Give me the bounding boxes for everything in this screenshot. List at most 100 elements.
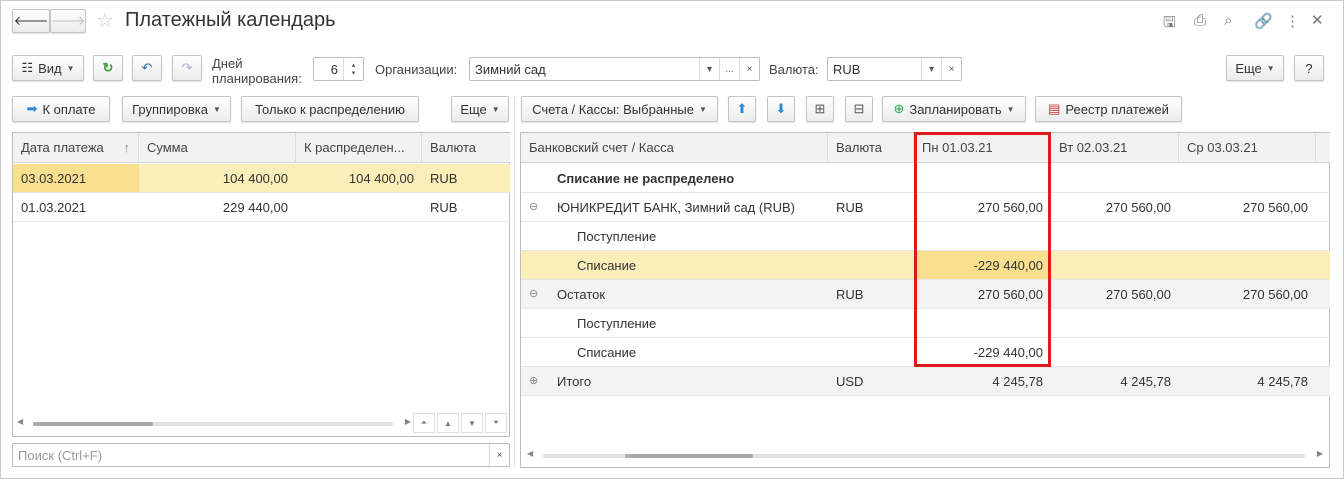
scrollbar-thumb[interactable] — [625, 454, 753, 458]
expand-all-icon[interactable]: ⊞ — [806, 96, 834, 122]
cell-currency: RUB — [422, 193, 510, 222]
cell-cur — [828, 309, 914, 338]
redo-button[interactable]: ↷ — [172, 55, 202, 81]
days-value: 6 — [330, 61, 338, 77]
to-pay-button[interactable]: ➡ К оплате — [12, 96, 110, 122]
cell-d2 — [1051, 338, 1179, 367]
collapse-icon[interactable]: ⊖ — [529, 287, 538, 300]
more-menu-icon[interactable]: ⋮ — [1285, 12, 1300, 30]
help-button[interactable]: ? — [1294, 55, 1324, 81]
back-button[interactable]: 🡐 — [12, 9, 50, 33]
cell-cur — [828, 338, 914, 367]
arrow-right-icon: ➡ — [26, 101, 38, 116]
left-more-button[interactable]: Еще ▼ — [451, 96, 509, 122]
undo-button[interactable]: ↶ — [132, 55, 162, 81]
collapse-all-icon[interactable]: ⊟ — [845, 96, 873, 122]
preview-icon[interactable]: ⌕ — [1224, 12, 1232, 29]
dropdown-icon[interactable]: ▾ — [699, 58, 719, 80]
first-row-icon[interactable]: ⏶ — [413, 413, 435, 433]
select-button[interactable]: ... — [719, 58, 739, 80]
org-field[interactable]: Зимний сад ▾... × — [469, 57, 760, 81]
move-up-button[interactable]: ⬆ — [728, 96, 756, 122]
column-header-sum[interactable]: Сумма — [139, 133, 296, 163]
cell-cur: RUB — [828, 193, 914, 222]
clear-button[interactable]: × — [941, 58, 961, 80]
cell-d2: 270 560,00 — [1051, 193, 1179, 222]
chevron-down-icon: ▼ — [212, 104, 221, 114]
cell-d3 — [1179, 338, 1316, 367]
print-icon[interactable]: ⎙ — [1194, 12, 1206, 29]
registry-label: Реестр платежей — [1065, 101, 1169, 117]
cell-name: Остаток — [521, 280, 828, 309]
more-label: Еще — [460, 101, 487, 117]
only-distribution-button[interactable]: Только к распределению — [241, 96, 419, 122]
cell-cur — [828, 222, 914, 251]
chevron-down-icon: ▼ — [491, 104, 500, 114]
currency-value: RUB — [833, 61, 861, 77]
cell-date: 03.03.2021 — [13, 164, 139, 193]
scroll-right-icon[interactable]: ▶ — [405, 417, 411, 426]
grouping-button[interactable]: Группировка ▼ — [122, 96, 231, 122]
cell-d2 — [1051, 222, 1179, 251]
column-header-currency[interactable]: Валюта — [828, 133, 914, 163]
cell-name: Поступление — [521, 222, 828, 251]
column-header-account[interactable]: Банковский счет / Касса — [521, 133, 828, 163]
days-stepper[interactable]: 6 ▴ ▾ — [313, 57, 364, 81]
cell-name: Итого — [521, 367, 828, 396]
scroll-left-icon[interactable]: ◀ — [17, 417, 23, 426]
dropdown-icon[interactable]: ▾ — [921, 58, 941, 80]
next-row-icon[interactable]: ▼ — [461, 413, 483, 433]
collapse-icon[interactable]: ⊖ — [529, 200, 538, 213]
column-header-currency[interactable]: Валюта — [422, 133, 510, 163]
horizontal-scrollbar[interactable]: ◀ ▶ — [17, 417, 411, 431]
payments-table: Дата платежа ↑ Сумма К распределен... Вал… — [12, 132, 510, 437]
more-button[interactable]: Еще ▼ — [1226, 55, 1284, 81]
scroll-left-icon[interactable]: ◀ — [527, 449, 533, 458]
cell-distribution — [296, 193, 422, 222]
plus-circle-icon: ⊕ — [893, 101, 905, 116]
cell-filler — [1316, 309, 1330, 338]
cell-filler — [1316, 338, 1330, 367]
currency-label: Валюта: — [769, 62, 819, 77]
prev-row-icon[interactable]: ▲ — [437, 413, 459, 433]
cell-d2: 4 245,78 — [1051, 367, 1179, 396]
scrollbar-thumb[interactable] — [33, 422, 153, 426]
column-header-day-2[interactable]: Вт 02.03.21 — [1051, 133, 1179, 163]
currency-field[interactable]: RUB ▾ × — [827, 57, 962, 81]
search-input[interactable]: Поиск (Ctrl+F) × — [12, 443, 510, 467]
column-header-distribution[interactable]: К распределен... — [296, 133, 422, 163]
payment-registry-button[interactable]: ▤ Реестр платежей — [1035, 96, 1182, 122]
clear-button[interactable]: × — [739, 58, 759, 80]
cell-sum: 229 440,00 — [139, 193, 296, 222]
cell-d3 — [1179, 222, 1316, 251]
refresh-button[interactable]: ↻ — [93, 55, 123, 81]
cell-d2 — [1051, 309, 1179, 338]
expand-icon[interactable]: ⊕ — [529, 374, 538, 387]
horizontal-scrollbar[interactable]: ◀ ▶ — [527, 449, 1323, 463]
save-icon[interactable]: 🖫 — [1163, 12, 1176, 37]
move-down-button[interactable]: ⬇ — [767, 96, 795, 122]
sort-asc-icon: ↑ — [123, 140, 131, 155]
forward-button[interactable]: 🡒 — [50, 9, 86, 33]
stepper-arrows-icon[interactable]: ▴ ▾ — [343, 58, 363, 80]
chevron-down-icon: ▼ — [699, 104, 707, 114]
cell-name: Списание — [521, 338, 828, 367]
column-header-date[interactable]: Дата платежа ↑ — [13, 133, 139, 163]
scroll-right-icon[interactable]: ▶ — [1317, 449, 1323, 458]
splitter[interactable] — [514, 96, 515, 468]
cell-currency: RUB — [422, 164, 510, 193]
column-header-day-3[interactable]: Ср 03.03.21 — [1179, 133, 1316, 163]
accounts-filter-button[interactable]: Счета / Кассы: Выбранные ▼ — [521, 96, 718, 122]
view-button[interactable]: ☷ Вид ▼ — [12, 55, 84, 81]
cell-date: 01.03.2021 — [13, 193, 139, 222]
link-icon[interactable]: 🔗 — [1254, 12, 1273, 30]
header-filler — [1316, 133, 1330, 163]
close-icon[interactable]: ✕ — [1311, 11, 1324, 29]
cell-name: Списание — [521, 251, 828, 280]
clear-search-button[interactable]: × — [489, 444, 509, 466]
accounts-label: Счета / Кассы: Выбранные — [532, 101, 694, 117]
last-row-icon[interactable]: ⏷ — [485, 413, 507, 433]
chevron-down-icon: ▼ — [1006, 104, 1015, 114]
favorite-star-icon[interactable]: ☆ — [96, 8, 114, 33]
plan-button[interactable]: ⊕ Запланировать ▼ — [882, 96, 1026, 122]
